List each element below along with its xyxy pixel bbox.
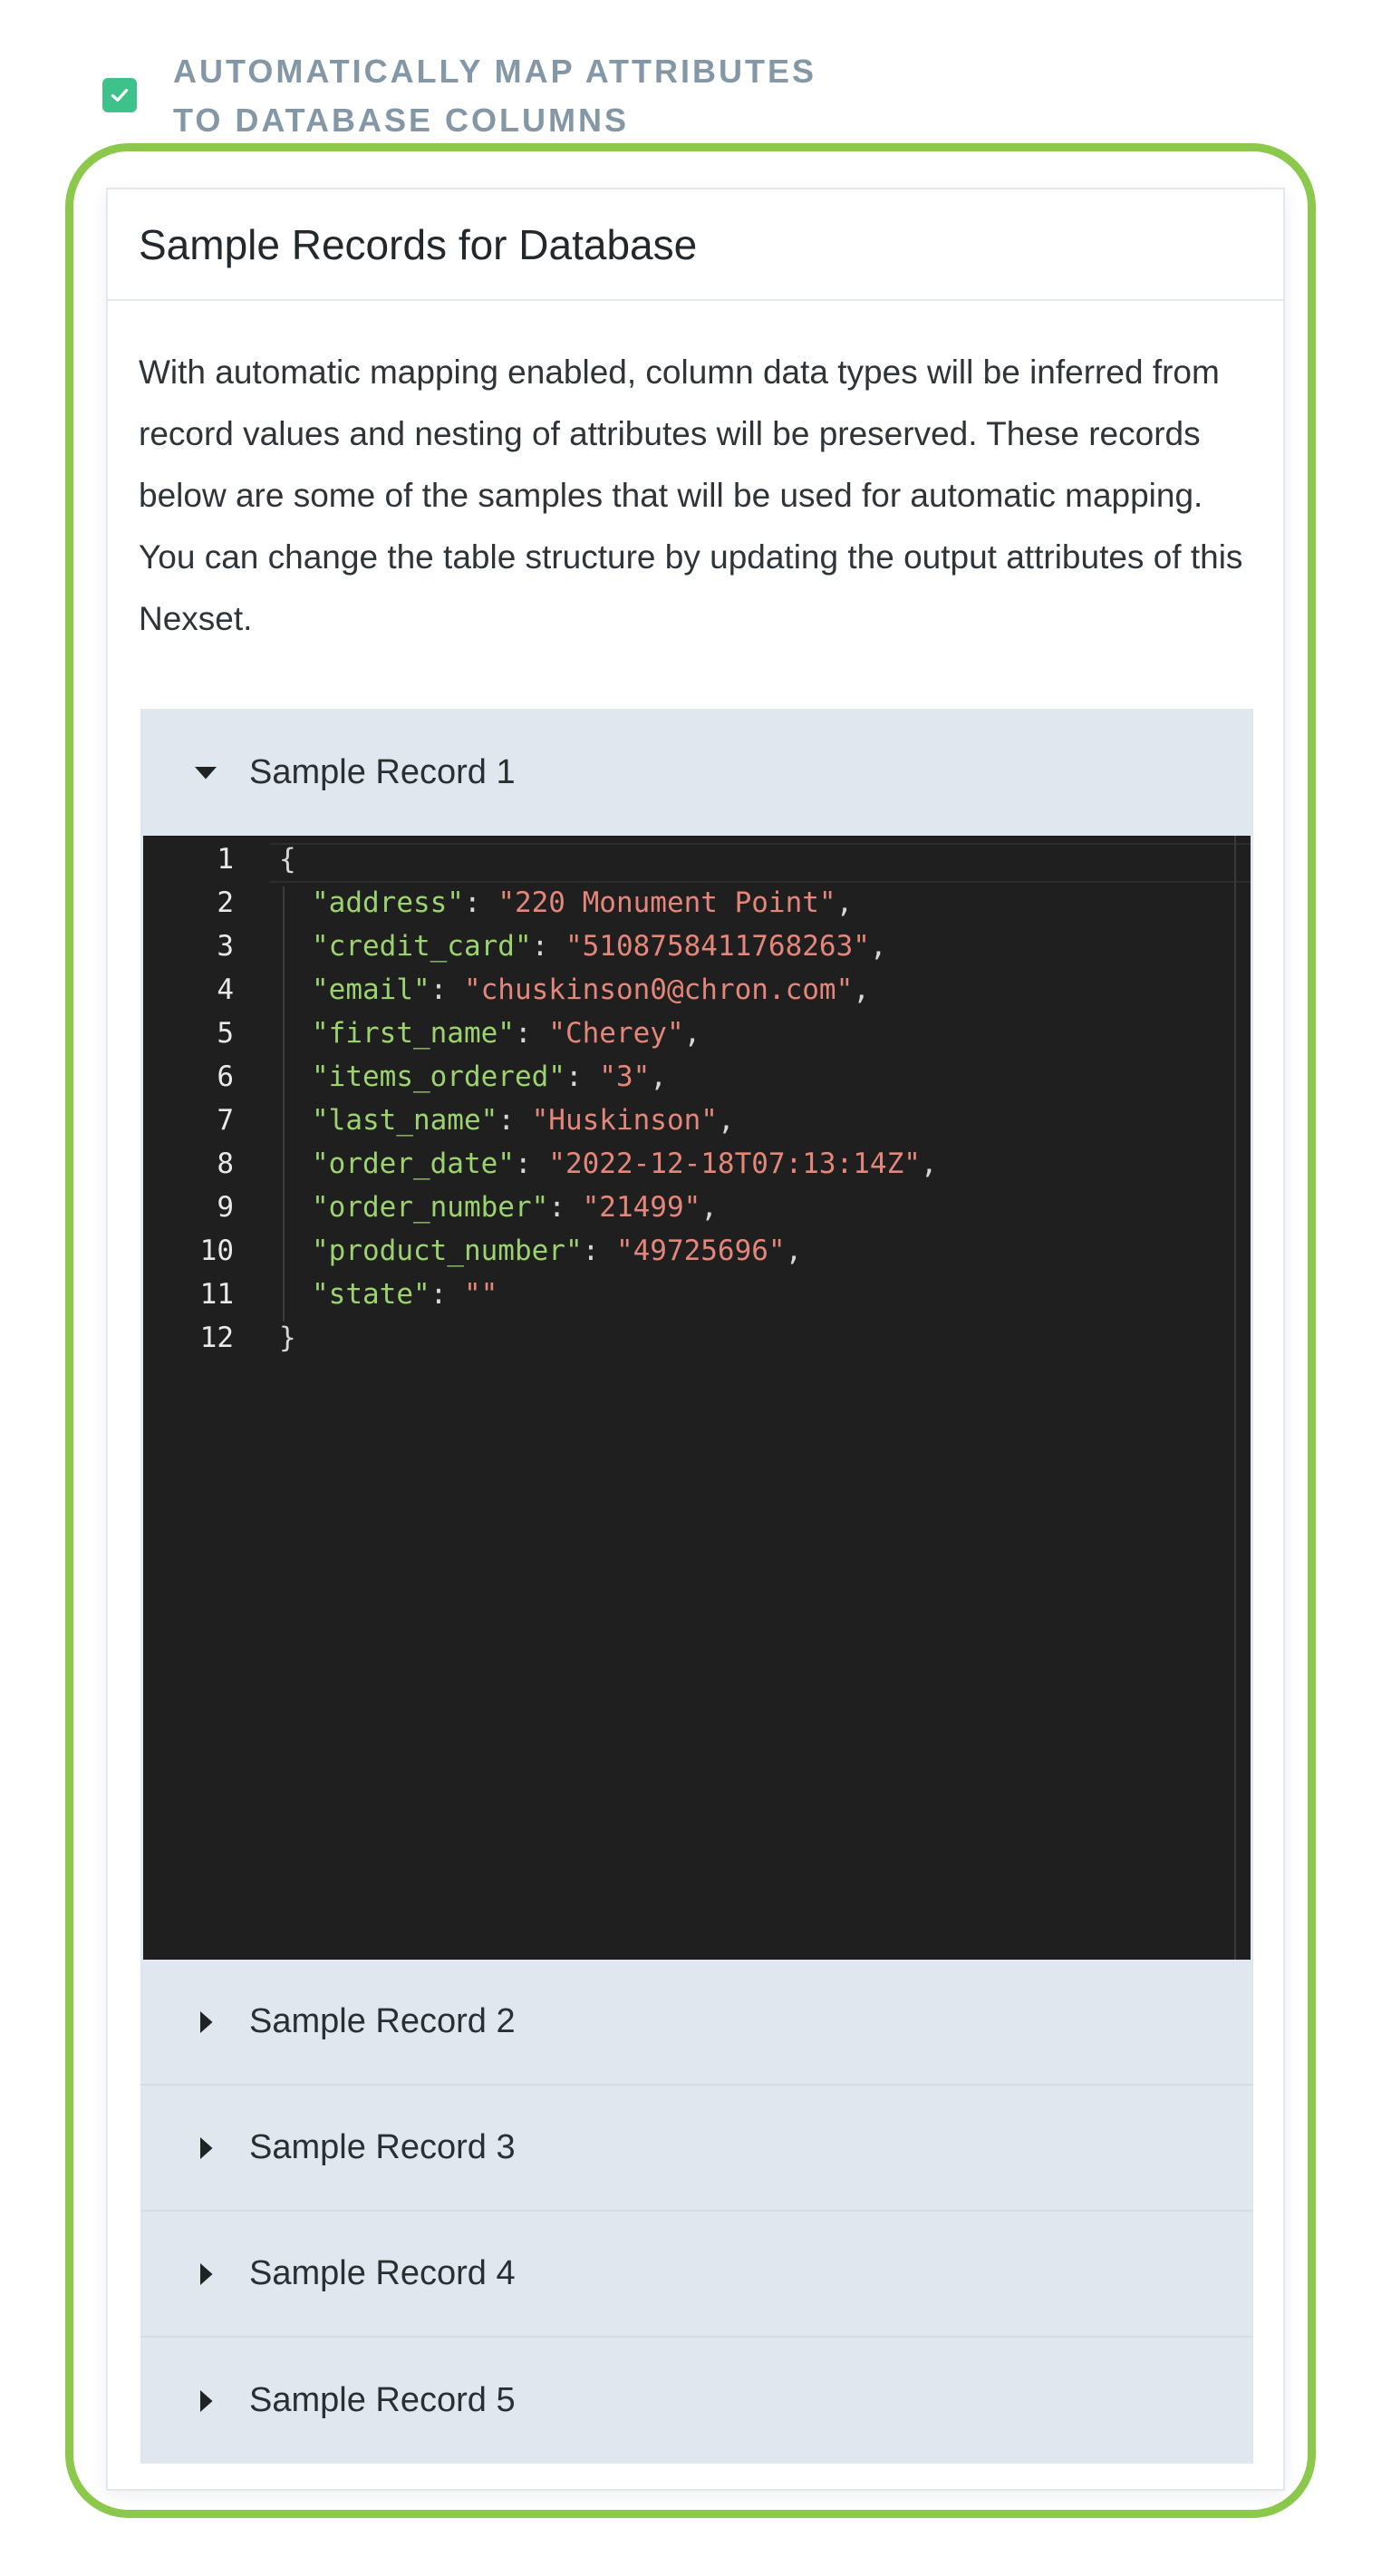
sample-record-2-header[interactable]: Sample Record 2: [140, 1960, 1253, 2086]
accordion-item: Sample Record 3: [140, 2086, 1253, 2212]
code-line: "first_name": "Cherey",: [312, 1017, 700, 1050]
caret-right-icon: [188, 2261, 224, 2288]
json-key: "items_ordered": [312, 1060, 565, 1093]
sample-record-label: Sample Record 5: [249, 2381, 516, 2419]
code-line: "order_number": "21499",: [312, 1191, 718, 1224]
line-number: 1: [217, 843, 234, 876]
line-number: 2: [217, 886, 234, 919]
json-separator: ,: [683, 1017, 701, 1050]
json-colon: :: [582, 1235, 616, 1267]
line-number: 10: [199, 1235, 234, 1267]
code-line: "order_date": "2022-12-18T07:13:14Z",: [312, 1148, 938, 1180]
json-key: "product_number": [312, 1235, 583, 1267]
auto-map-label[interactable]: Automatically map attributes to database…: [173, 47, 916, 145]
sample-record-3-header[interactable]: Sample Record 3: [140, 2086, 1253, 2212]
json-value: "2022-12-18T07:13:14Z": [548, 1148, 921, 1180]
sample-records-accordion: Sample Record 1 1 2 3 4 5 6 7 8 9 10 11 12{"address…: [140, 709, 1253, 2464]
line-number: 6: [217, 1060, 234, 1093]
accordion-item: Sample Record 2: [140, 1960, 1253, 2086]
json-colon: :: [548, 1191, 583, 1224]
code-line: "credit_card": "5108758411768263",: [312, 930, 887, 963]
json-separator: ,: [700, 1191, 718, 1224]
json-value: "5108758411768263": [565, 930, 870, 963]
json-colon: :: [565, 1060, 600, 1093]
line-number: 5: [217, 1017, 234, 1050]
json-colon: :: [430, 1278, 464, 1311]
code-line: "state": "": [312, 1278, 497, 1311]
json-value: "220 Monument Point": [497, 886, 836, 919]
line-number: 4: [217, 973, 234, 1006]
line-number: 9: [217, 1191, 234, 1224]
code-close-brace: }: [279, 1322, 296, 1354]
json-value: "Cherey": [548, 1017, 684, 1050]
indent-guide: [283, 886, 285, 1322]
json-separator: ,: [920, 1148, 938, 1180]
check-icon: [111, 88, 129, 102]
sample-record-label: Sample Record 1: [249, 752, 516, 791]
auto-map-checkbox[interactable]: [102, 78, 137, 112]
json-value: "": [463, 1278, 498, 1311]
json-separator: ,: [785, 1235, 803, 1267]
sample-record-label: Sample Record 3: [249, 2128, 516, 2166]
json-colon: :: [514, 1148, 549, 1180]
code-editor[interactable]: 1 2 3 4 5 6 7 8 9 10 11 12{"address": "220 Monument…: [143, 836, 1251, 1960]
json-key: "credit_card": [312, 930, 532, 963]
line-number: 3: [217, 930, 234, 963]
code-line: "last_name": "Huskinson",: [312, 1104, 735, 1137]
json-key: "order_date": [312, 1148, 515, 1180]
accordion-item: Sample Record 1 1 2 3 4 5 6 7 8 9 10 11 12{"address…: [140, 709, 1253, 1960]
json-separator: ,: [650, 1060, 667, 1093]
json-separator: ,: [853, 973, 870, 1006]
json-separator: ,: [869, 930, 887, 963]
json-colon: :: [514, 1017, 549, 1050]
card-description: With automatic mapping enabled, column d…: [139, 353, 1243, 637]
json-value: "49725696": [615, 1235, 786, 1267]
line-number: 11: [199, 1278, 234, 1311]
editor-scrollbar[interactable]: [1234, 836, 1236, 1960]
json-key: "order_number": [312, 1191, 549, 1224]
accordion-item: Sample Record 5: [140, 2338, 1253, 2464]
json-value: "3": [599, 1060, 651, 1093]
card-title: Sample Records for Database: [108, 189, 1283, 301]
json-key: "email": [312, 973, 430, 1006]
caret-right-icon: [188, 2387, 224, 2415]
json-value: "21499": [582, 1191, 701, 1224]
sample-record-5-header[interactable]: Sample Record 5: [140, 2338, 1253, 2464]
sample-record-label: Sample Record 2: [249, 2002, 516, 2040]
caret-right-icon: [188, 2009, 224, 2036]
json-key: "last_name": [312, 1104, 498, 1137]
line-number: 7: [217, 1104, 234, 1137]
sample-records-card: Sample Records for Database With automat…: [106, 188, 1285, 2491]
json-separator: ,: [717, 1104, 735, 1137]
caret-down-icon: [188, 759, 224, 786]
code-line: "product_number": "49725696",: [312, 1235, 802, 1267]
auto-map-option: Automatically map attributes to database…: [102, 47, 918, 147]
json-colon: :: [463, 886, 498, 919]
sample-record-label: Sample Record 4: [249, 2254, 516, 2292]
json-separator: ,: [836, 886, 854, 919]
json-value: "Huskinson": [531, 1104, 718, 1137]
code-open-brace: {: [279, 843, 296, 876]
code-line: "email": "chuskinson0@chron.com",: [312, 973, 870, 1006]
active-line-highlight: [270, 843, 1251, 883]
json-colon: :: [430, 973, 464, 1006]
line-number: 12: [199, 1322, 234, 1354]
accordion-item: Sample Record 4: [140, 2212, 1253, 2338]
line-number: 8: [217, 1148, 234, 1180]
json-key: "address": [312, 886, 464, 919]
caret-right-icon: [188, 2135, 224, 2162]
json-value: "chuskinson0@chron.com": [463, 973, 854, 1006]
json-key: "state": [312, 1278, 430, 1311]
code-line: "items_ordered": "3",: [312, 1060, 667, 1093]
code-line: "address": "220 Monument Point",: [312, 886, 853, 919]
json-colon: :: [531, 930, 565, 963]
sample-record-1-header[interactable]: Sample Record 1: [140, 709, 1253, 836]
sample-record-4-header[interactable]: Sample Record 4: [140, 2212, 1253, 2338]
json-key: "first_name": [312, 1017, 515, 1050]
json-colon: :: [497, 1104, 532, 1137]
